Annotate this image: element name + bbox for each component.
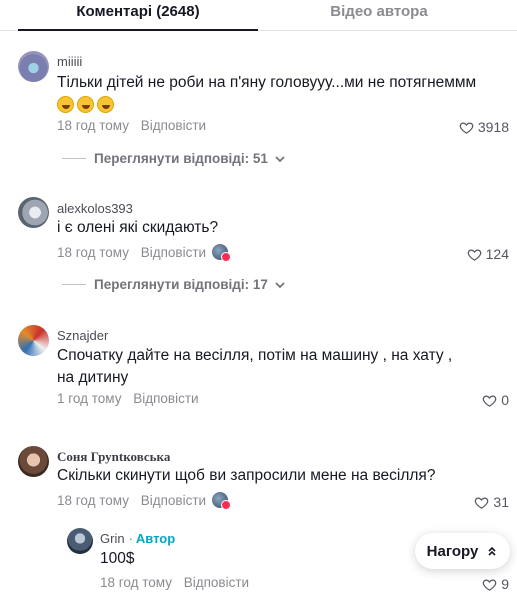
avatar[interactable] xyxy=(18,51,49,82)
like-button[interactable]: 124 xyxy=(467,246,509,262)
comment-text: Скільки скинути щоб ви запросили мене на… xyxy=(57,467,436,484)
like-button[interactable]: 3918 xyxy=(459,119,509,135)
reply-button[interactable]: Відповісти xyxy=(141,245,206,260)
reply-button[interactable]: Відповісти xyxy=(141,493,206,508)
rolling-laughing-emoji-icon xyxy=(77,96,94,114)
comment-meta: 18 год тому Відповісти xyxy=(57,493,206,508)
heart-icon xyxy=(475,496,489,509)
rolling-laughing-emoji-icon xyxy=(97,96,114,114)
rolling-laughing-emoji-icon xyxy=(57,96,74,114)
like-count: 3918 xyxy=(477,119,509,135)
reply-text: 100$ xyxy=(100,550,135,567)
avatar[interactable] xyxy=(67,528,93,554)
like-button[interactable]: 9 xyxy=(482,576,509,592)
comment-meta: 1 год тому Відповісти xyxy=(57,391,199,406)
avatar[interactable] xyxy=(18,197,49,228)
like-count: 0 xyxy=(501,392,509,408)
reply-button[interactable]: Відповісти xyxy=(141,118,206,133)
back-to-top-label: Нагору xyxy=(426,542,479,560)
view-replies-label: Переглянути відповіді: 51 xyxy=(94,151,268,166)
comment-time: 18 год тому xyxy=(57,493,129,508)
comment-username[interactable]: miiiii xyxy=(57,54,82,69)
like-button[interactable]: 31 xyxy=(474,494,509,510)
heart-icon xyxy=(482,578,497,591)
like-count: 31 xyxy=(493,494,509,510)
reply-time: 18 год тому xyxy=(100,575,172,590)
creator-liked-badge xyxy=(212,492,231,510)
reply-button[interactable]: Відповісти xyxy=(184,575,249,590)
reply-username-label: Grin xyxy=(100,531,125,546)
comment-text: Спочатку дайте на весілля, потім на маши… xyxy=(57,347,453,386)
like-button[interactable]: 0 xyxy=(482,392,509,408)
tab-author-videos[interactable]: Відео автора xyxy=(258,3,500,20)
divider xyxy=(62,284,86,285)
back-to-top-button[interactable]: Нагору xyxy=(415,533,510,569)
divider xyxy=(62,158,86,159)
comment-time: 18 год тому xyxy=(57,245,129,260)
chevron-down-icon xyxy=(275,281,285,288)
heart-icon xyxy=(459,121,474,134)
comment-time: 18 год тому xyxy=(57,118,129,133)
comment-meta: 18 год тому Відповісти xyxy=(57,118,206,133)
avatar[interactable] xyxy=(18,325,49,356)
heart-icon xyxy=(482,394,497,407)
double-chevron-up-icon xyxy=(488,546,496,556)
comment-username[interactable]: Соня Груntковська xyxy=(57,449,170,465)
comment-text: Тільки дітей не роби на п'яну головууу..… xyxy=(57,72,497,116)
like-count: 124 xyxy=(485,246,509,262)
comment-text-body: Тільки дітей не роби на п'яну головууу..… xyxy=(57,74,477,91)
comment-time: 1 год тому xyxy=(57,391,122,406)
heart-icon xyxy=(467,248,481,261)
active-tab-indicator xyxy=(18,29,258,31)
avatar[interactable] xyxy=(18,446,49,477)
tab-comments[interactable]: Коментарі (2648) xyxy=(18,3,258,20)
view-replies-button[interactable]: Переглянути відповіді: 51 xyxy=(62,151,286,166)
view-replies-label: Переглянути відповіді: 17 xyxy=(94,277,268,292)
chevron-down-icon xyxy=(275,155,285,162)
comment-username[interactable]: Sznajder xyxy=(57,328,108,343)
reply-meta: 18 год тому Відповісти xyxy=(100,575,249,590)
comment-tabs: Коментарі (2648) Відео автора xyxy=(0,0,517,31)
author-tag: Автор xyxy=(135,531,176,546)
comment-meta: 18 год тому Відповісти xyxy=(57,245,206,260)
like-count: 9 xyxy=(501,576,509,592)
comment-username[interactable]: alexkolos393 xyxy=(57,201,133,216)
reply-button[interactable]: Відповісти xyxy=(133,391,198,406)
creator-liked-badge xyxy=(212,244,231,262)
author-separator: · xyxy=(128,531,133,546)
comment-text: і є олені які скидають? xyxy=(57,219,219,236)
view-replies-button[interactable]: Переглянути відповіді: 17 xyxy=(62,277,286,292)
reply-username[interactable]: Grin · Автор xyxy=(100,531,175,546)
